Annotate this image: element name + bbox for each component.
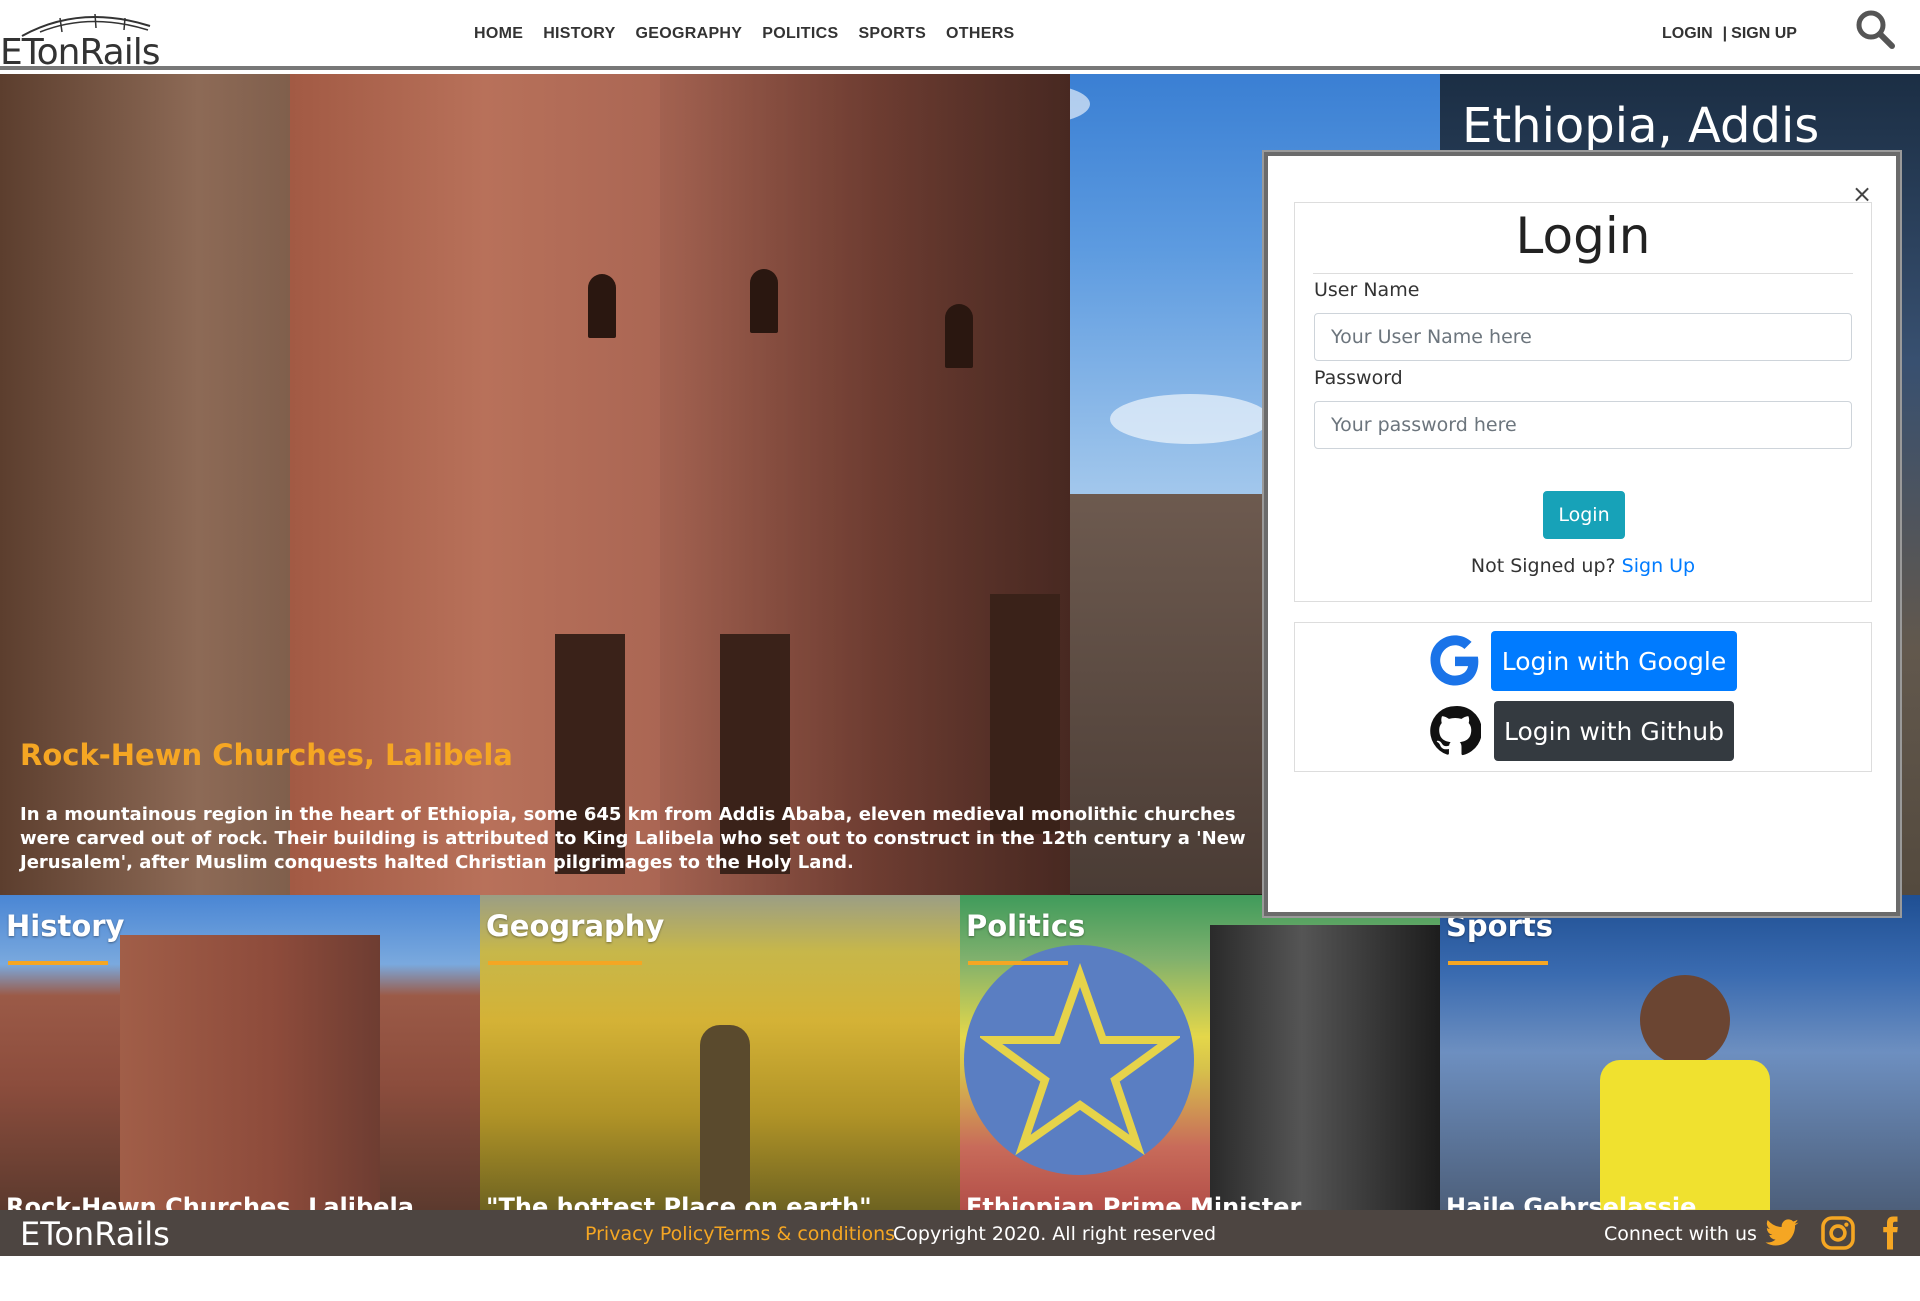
star-emblem-icon [980,963,1180,1156]
login-link[interactable]: LOGIN [1662,25,1713,43]
github-icon [1430,706,1481,756]
search-icon[interactable] [1855,9,1895,49]
nav-sports[interactable]: SPORTS [858,25,926,43]
nav-others[interactable]: OTHERS [946,25,1014,43]
signup-prompt: Not Signed up? Sign Up [1295,555,1871,577]
nav-geography[interactable]: GEOGRAPHY [636,25,743,43]
github-login-button[interactable]: Login with Github [1494,701,1734,761]
instagram-icon[interactable] [1820,1215,1856,1251]
tile-politics-label: Politics [966,909,1086,943]
connect-label: Connect with us [1604,1223,1757,1245]
tile-politics[interactable]: Politics Ethiopian Prime Minister [960,895,1440,1210]
auth-links: LOGIN | SIGN UP [1662,25,1797,43]
nav-home[interactable]: HOME [474,25,523,43]
login-submit-button[interactable]: Login [1543,491,1625,539]
facebook-icon[interactable] [1872,1215,1908,1251]
signup-link[interactable]: SIGN UP [1731,25,1797,43]
login-form: Login User Name Password Login Not Signe… [1294,202,1872,602]
nav-history[interactable]: HISTORY [543,25,615,43]
top-navbar: ETonRails HOME HISTORY GEOGRAPHY POLITIC… [0,0,1920,73]
login-title: Login [1515,207,1651,265]
footer-brand[interactable]: ETonRails [20,1215,170,1253]
signup-modal-link[interactable]: Sign Up [1622,555,1695,577]
side-slide-title: Ethiopia, Addis [1462,98,1820,154]
tile-geography-label: Geography [486,909,665,943]
tile-history-label: History [6,909,125,943]
auth-separator: | [1722,25,1728,42]
footer: ETonRails Privacy PolicyTerms & conditio… [0,1210,1920,1256]
footer-links: Privacy PolicyTerms & conditions [585,1223,895,1245]
brand-logo[interactable]: ETonRails [0,10,161,73]
main-nav: HOME HISTORY GEOGRAPHY POLITICS SPORTS O… [474,25,1015,43]
google-login-button[interactable]: Login with Google [1491,631,1737,691]
social-login: Login with Google Login with Github [1294,622,1872,772]
tile-sports-caption: Haile Gebrselassie [1446,1193,1697,1210]
terms-link[interactable]: Terms & conditions [714,1223,895,1245]
tile-sports[interactable]: Sports Haile Gebrselassie [1440,895,1920,1210]
brand-name: ETonRails [0,32,161,73]
hero-description: In a mountainous region in the heart of … [20,804,1246,873]
not-signed-text: Not Signed up? [1470,555,1616,577]
google-icon [1430,635,1479,686]
password-label: Password [1314,367,1403,389]
tile-history-caption: Rock-Hewn Churches, Lalibela [6,1193,414,1210]
username-label: User Name [1314,279,1420,301]
copyright-text: Copyright 2020. All right reserved [893,1223,1217,1245]
password-input[interactable] [1314,401,1852,449]
tile-history[interactable]: History Rock-Hewn Churches, Lalibela [0,895,480,1210]
hero-carousel: Rock-Hewn Churches, Lalibela In a mounta… [0,74,1440,895]
username-input[interactable] [1314,313,1852,361]
tile-geography-caption: "The hottest Place on earth" [486,1193,872,1210]
privacy-link[interactable]: Privacy Policy [585,1223,714,1245]
tile-geography[interactable]: Geography "The hottest Place on earth" [480,895,960,1210]
tile-politics-caption: Ethiopian Prime Minister [966,1193,1302,1210]
hero-title: Rock-Hewn Churches, Lalibela [20,738,513,772]
twitter-icon[interactable] [1764,1215,1800,1251]
nav-politics[interactable]: POLITICS [762,25,838,43]
login-modal: × Login User Name Password Login Not Sig… [1264,152,1900,916]
